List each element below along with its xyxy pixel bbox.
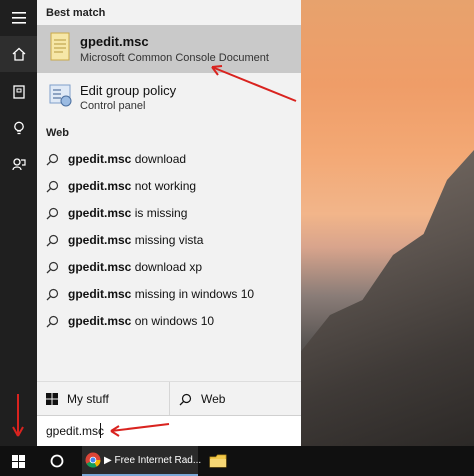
tab-my-stuff-label: My stuff — [67, 392, 109, 406]
web-suggestion[interactable]: gpedit.msc on windows 10 — [37, 310, 301, 334]
cortana-button[interactable] — [44, 446, 70, 476]
search-query: gpedit.msc — [46, 424, 105, 438]
suggestion-rest: on windows 10 — [131, 314, 215, 328]
windows-logo-icon — [12, 454, 25, 468]
taskbar: ▶ Free Internet Rad... — [0, 446, 474, 476]
search-icon — [46, 261, 59, 274]
search-icon — [46, 153, 59, 166]
search-icon — [46, 207, 59, 220]
annotation-arrow-search — [110, 423, 170, 437]
web-suggestion[interactable]: gpedit.msc missing vista — [37, 229, 301, 253]
hamburger-button[interactable] — [0, 0, 37, 36]
suggestion-bold: gpedit.msc — [68, 233, 132, 247]
start-button[interactable] — [0, 446, 37, 476]
file-explorer-icon — [209, 454, 227, 468]
suggestion-bold: gpedit.msc — [68, 314, 132, 328]
text-caret — [100, 423, 101, 438]
home-icon — [12, 47, 25, 61]
hamburger-icon — [11, 12, 26, 24]
wallpaper-mountain — [294, 150, 474, 450]
suggestion-bold: gpedit.msc — [68, 287, 132, 301]
cortana-circle-icon — [50, 454, 64, 468]
chrome-icon — [85, 452, 101, 468]
suggestion-rest: missing in windows 10 — [131, 287, 255, 301]
suggestion-rest: is missing — [131, 206, 188, 220]
search-scope-tabs: My stuff Web — [37, 381, 301, 416]
suggestion-rest: download xp — [131, 260, 203, 274]
suggestion-bold: gpedit.msc — [68, 260, 132, 274]
taskbar-chrome-window[interactable]: ▶ Free Internet Rad... — [82, 446, 202, 476]
tab-divider — [169, 382, 170, 416]
suggestion-bold: gpedit.msc — [68, 179, 132, 193]
lightbulb-icon — [13, 121, 24, 134]
home-button[interactable] — [0, 36, 37, 72]
suggestion-bold: gpedit.msc — [68, 206, 132, 220]
control-panel-icon — [49, 84, 72, 107]
chrome-window-label: ▶ Free Internet Rad... — [104, 455, 202, 466]
console-document-icon — [50, 32, 70, 61]
tab-web[interactable]: Web — [179, 382, 225, 416]
edit-group-policy-title: Edit group policy — [80, 83, 177, 98]
web-suggestion[interactable]: gpedit.msc missing in windows 10 — [37, 283, 301, 307]
web-heading: Web — [46, 127, 70, 139]
web-suggestion[interactable]: gpedit.msc is missing — [37, 202, 301, 226]
suggestion-rest: not working — [131, 179, 197, 193]
tab-web-label: Web — [201, 392, 226, 406]
suggestion-bold: gpedit.msc — [68, 152, 132, 166]
search-icon — [179, 393, 192, 405]
windows-logo-icon — [46, 393, 58, 405]
best-match-heading: Best match — [46, 7, 106, 19]
start-rail — [0, 0, 37, 446]
taskbar-file-explorer[interactable] — [205, 446, 231, 476]
edit-group-policy-subtitle: Control panel — [80, 100, 146, 112]
notebook-icon — [12, 85, 25, 99]
annotation-arrow-best-match — [211, 65, 297, 102]
tab-my-stuff[interactable]: My stuff — [46, 382, 109, 416]
suggestion-rest: missing vista — [131, 233, 204, 247]
web-suggestion[interactable]: gpedit.msc download xp — [37, 256, 301, 280]
suggestion-rest: download — [131, 152, 187, 166]
search-icon — [46, 288, 59, 301]
feedback-icon — [11, 158, 26, 171]
reminders-button[interactable] — [0, 110, 37, 146]
search-icon — [46, 315, 59, 328]
annotation-arrow-start — [12, 394, 24, 437]
search-icon — [46, 180, 59, 193]
best-match-title: gpedit.msc — [80, 34, 149, 49]
feedback-button[interactable] — [0, 146, 37, 182]
web-suggestion[interactable]: gpedit.msc not working — [37, 175, 301, 199]
notebook-button[interactable] — [0, 74, 37, 110]
web-suggestion[interactable]: gpedit.msc download — [37, 148, 301, 172]
search-icon — [46, 234, 59, 247]
